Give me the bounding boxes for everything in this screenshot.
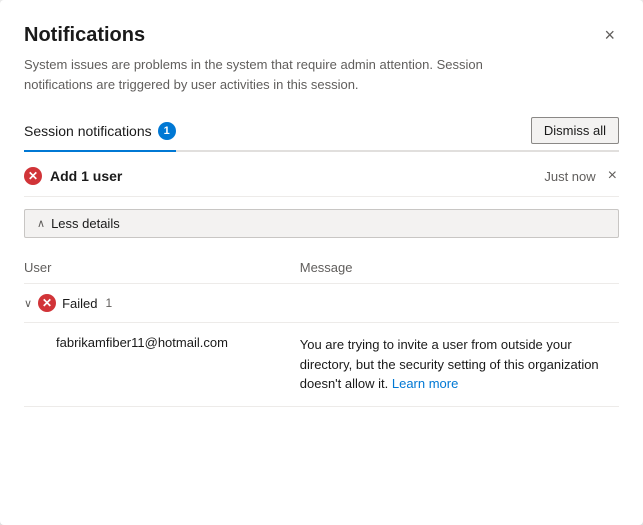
notifications-dialog: Notifications × System issues are proble… (0, 0, 643, 525)
notification-row: ✕ Add 1 user Just now × (24, 152, 619, 197)
error-icon: ✕ (24, 167, 42, 185)
group-cell: ∨ ✕ Failed 1 (24, 294, 611, 312)
dialog-header: Notifications × (24, 24, 619, 47)
less-details-label: Less details (51, 216, 120, 231)
col-user-header: User (24, 254, 292, 284)
cell-message: You are trying to invite a user from out… (292, 323, 619, 407)
details-table: User Message ∨ ✕ Failed 1 fabrikamfiber1… (24, 254, 619, 407)
chevron-down-icon[interactable]: ∨ (24, 297, 32, 310)
dismiss-all-button[interactable]: Dismiss all (531, 117, 619, 144)
table-group-row: ∨ ✕ Failed 1 (24, 284, 619, 323)
group-cell-container: ∨ ✕ Failed 1 (24, 284, 619, 323)
dialog-title: Notifications (24, 24, 145, 47)
group-count-badge: 1 (105, 296, 112, 310)
tab-session-notifications[interactable]: Session notifications 1 (24, 114, 176, 152)
tab-badge: 1 (158, 122, 176, 140)
timestamp: Just now (544, 169, 595, 184)
notification-left: ✕ Add 1 user (24, 167, 122, 185)
dialog-subtitle: System issues are problems in the system… (24, 55, 544, 94)
chevron-up-icon: ∧ (37, 217, 45, 230)
dismiss-notification-button[interactable]: × (606, 166, 619, 186)
col-message-header: Message (292, 254, 619, 284)
less-details-button[interactable]: ∧ Less details (24, 209, 619, 238)
table-header-row: User Message (24, 254, 619, 284)
group-status-label: Failed (62, 296, 97, 311)
table-data-row: fabrikamfiber11@hotmail.com You are tryi… (24, 323, 619, 407)
message-text: You are trying to invite a user from out… (300, 337, 599, 391)
group-error-icon: ✕ (38, 294, 56, 312)
close-button[interactable]: × (600, 24, 619, 46)
tabs-bar: Session notifications 1 Dismiss all (24, 114, 619, 152)
cell-email: fabrikamfiber11@hotmail.com (24, 323, 292, 407)
tab-session-notifications-label: Session notifications (24, 123, 152, 139)
learn-more-link[interactable]: Learn more (392, 376, 458, 391)
notification-title: Add 1 user (50, 168, 122, 184)
notification-right: Just now × (544, 166, 619, 186)
